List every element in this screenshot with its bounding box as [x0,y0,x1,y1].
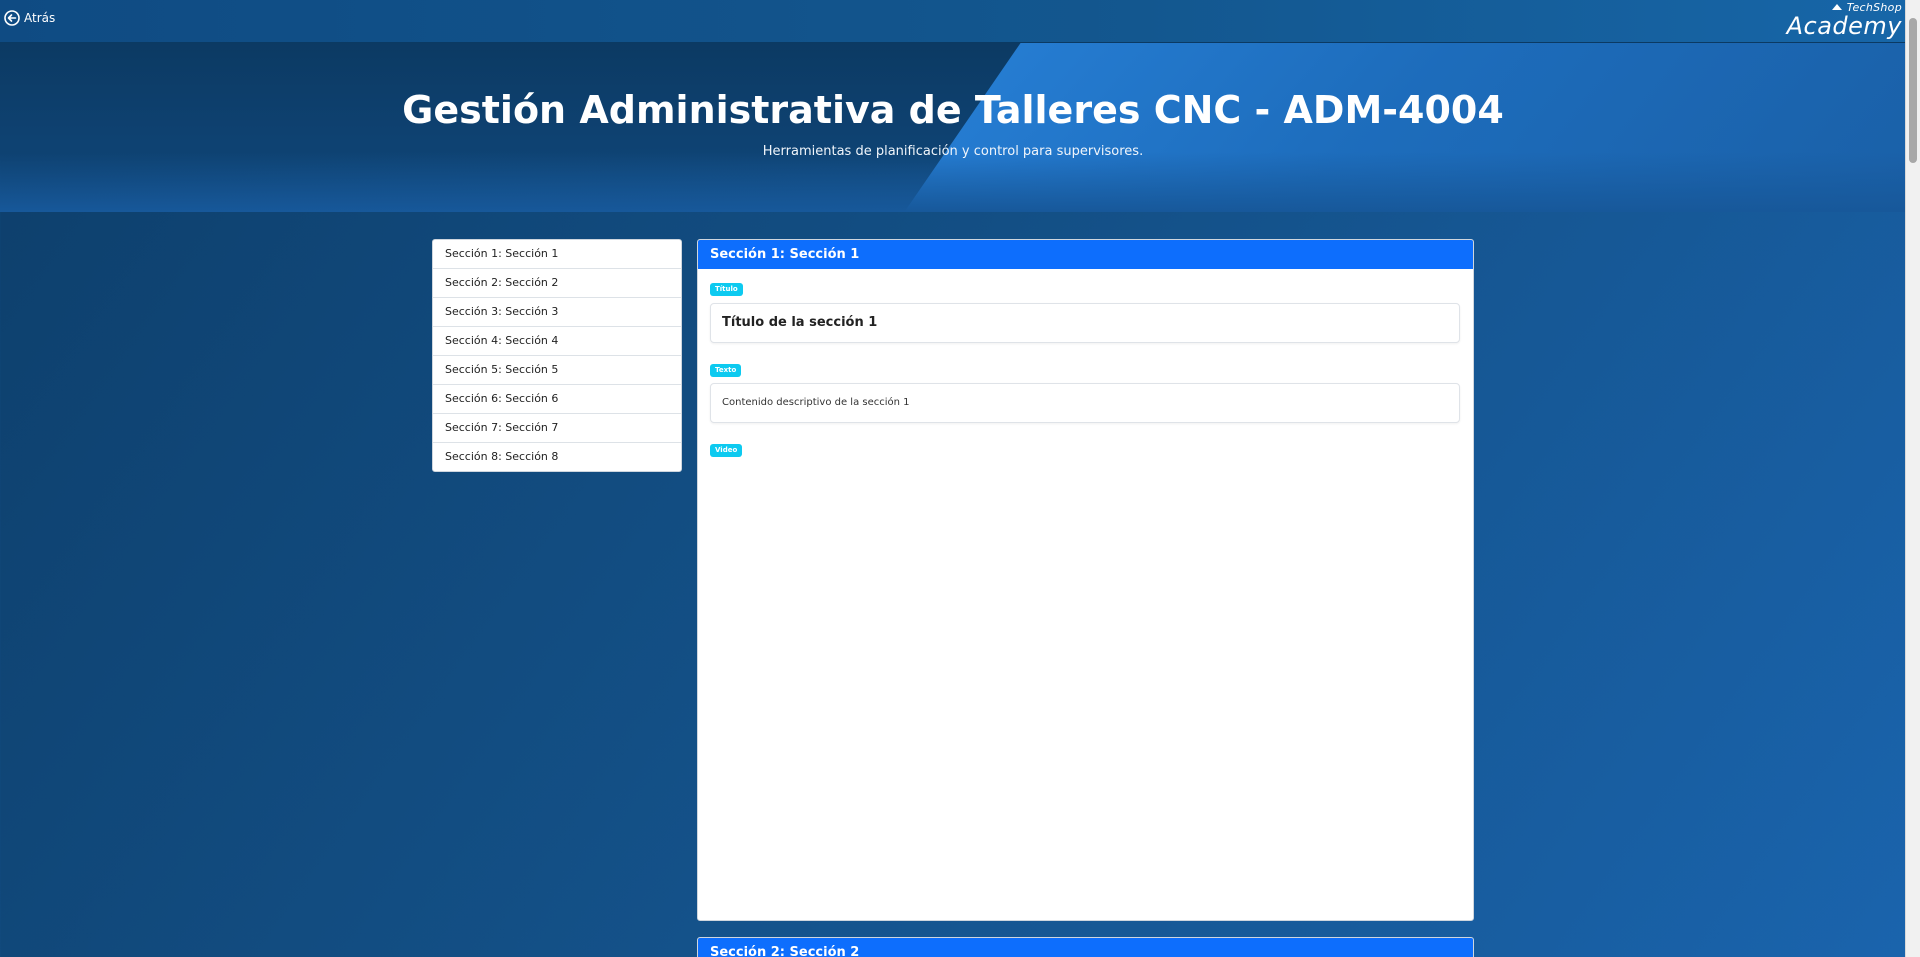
sidebar-item-section-4[interactable]: Sección 4: Sección 4 [433,327,681,356]
section-description: Contenido descriptivo de la sección 1 [722,397,910,408]
text-badge: Texto [710,364,742,377]
video-badge: Video [710,444,743,457]
arrow-left-circle-icon [4,10,20,26]
page-title: Gestión Administrativa de Talleres CNC -… [402,88,1504,132]
section-title-text: Título de la sección 1 [722,315,878,330]
section-card-1: Sección 1: Sección 1 Título Título de la… [697,239,1474,921]
page-scrollbar[interactable] [1905,0,1920,957]
section-header: Sección 1: Sección 1 [698,240,1473,269]
section-text-block: Contenido descriptivo de la sección 1 [710,383,1460,423]
hero-banner: Gestión Administrativa de Talleres CNC -… [0,42,1906,212]
sidebar-item-section-3[interactable]: Sección 3: Sección 3 [433,298,681,327]
logo-mark-icon [1831,4,1842,10]
hero-fade [0,152,1906,212]
sidebar-item-section-2[interactable]: Sección 2: Sección 2 [433,269,681,298]
sidebar-item-section-8[interactable]: Sección 8: Sección 8 [433,443,681,471]
video-area [710,464,1458,904]
section-header: Sección 2: Sección 2 [698,938,1473,957]
section-nav: Sección 1: Sección 1 Sección 2: Sección … [432,239,682,472]
sidebar-item-section-5[interactable]: Sección 5: Sección 5 [433,356,681,385]
techshop-academy-logo: TechShop Academy [1780,2,1902,40]
back-label: Atrás [24,11,56,25]
logo-main-text: Academy [1786,12,1902,40]
section-title-block: Título de la sección 1 [710,303,1460,343]
title-badge: Título [710,283,743,296]
top-bar: Atrás TechShop Academy [0,0,1906,43]
sidebar-item-section-7[interactable]: Sección 7: Sección 7 [433,414,681,443]
page-subtitle: Herramientas de planificación y control … [762,144,1144,159]
sidebar-item-section-1[interactable]: Sección 1: Sección 1 [433,240,681,269]
back-link[interactable]: Atrás [4,10,55,26]
section-card-2: Sección 2: Sección 2 [697,937,1474,957]
sidebar-item-section-6[interactable]: Sección 6: Sección 6 [433,385,681,414]
scrollbar-thumb[interactable] [1909,18,1917,163]
